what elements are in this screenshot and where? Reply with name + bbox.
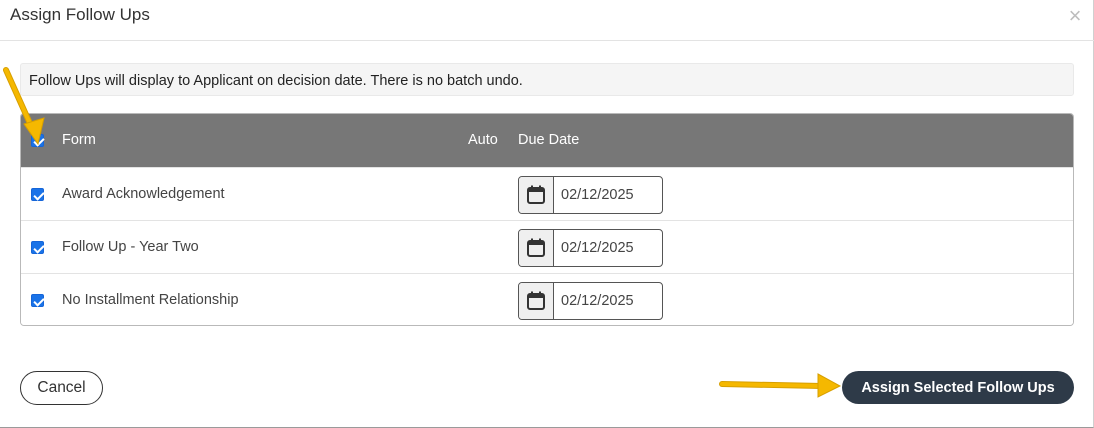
calendar-icon[interactable] — [519, 283, 554, 319]
calendar-icon[interactable] — [519, 230, 554, 266]
dialog-title: Assign Follow Ups — [10, 5, 150, 24]
row-checkbox[interactable] — [31, 294, 44, 307]
due-date-picker — [518, 282, 663, 320]
due-date-input[interactable] — [555, 230, 662, 266]
column-header-form: Form — [62, 132, 96, 148]
column-header-auto: Auto — [468, 132, 498, 148]
follow-ups-table: Form Auto Due Date Award Acknowledgement — [20, 113, 1074, 326]
table-row: Award Acknowledgement — [21, 167, 1073, 220]
dialog-header: Assign Follow Ups × — [0, 0, 1094, 41]
row-form-name: Award Acknowledgement — [62, 186, 225, 202]
cancel-button[interactable]: Cancel — [20, 371, 103, 405]
annotation-arrow-icon — [3, 67, 45, 146]
row-form-name: No Installment Relationship — [62, 292, 239, 308]
row-form-name: Follow Up - Year Two — [62, 239, 199, 255]
due-date-picker — [518, 176, 663, 214]
assign-follow-ups-dialog: Assign Follow Ups × Follow Ups will disp… — [0, 0, 1094, 428]
annotation-arrow-icon — [719, 373, 842, 398]
row-checkbox[interactable] — [31, 188, 44, 201]
notice-banner: Follow Ups will display to Applicant on … — [20, 63, 1074, 96]
table-header: Form Auto Due Date — [21, 114, 1073, 167]
due-date-picker — [518, 229, 663, 267]
table-row: No Installment Relationship — [21, 273, 1073, 325]
calendar-icon[interactable] — [519, 177, 554, 213]
table-row: Follow Up - Year Two — [21, 220, 1073, 273]
column-header-due-date: Due Date — [518, 132, 580, 148]
due-date-input[interactable] — [555, 283, 662, 319]
assign-selected-follow-ups-button[interactable]: Assign Selected Follow Ups — [842, 371, 1074, 404]
row-checkbox[interactable] — [31, 241, 44, 254]
close-icon[interactable]: × — [1065, 5, 1085, 27]
due-date-input[interactable] — [555, 177, 662, 213]
